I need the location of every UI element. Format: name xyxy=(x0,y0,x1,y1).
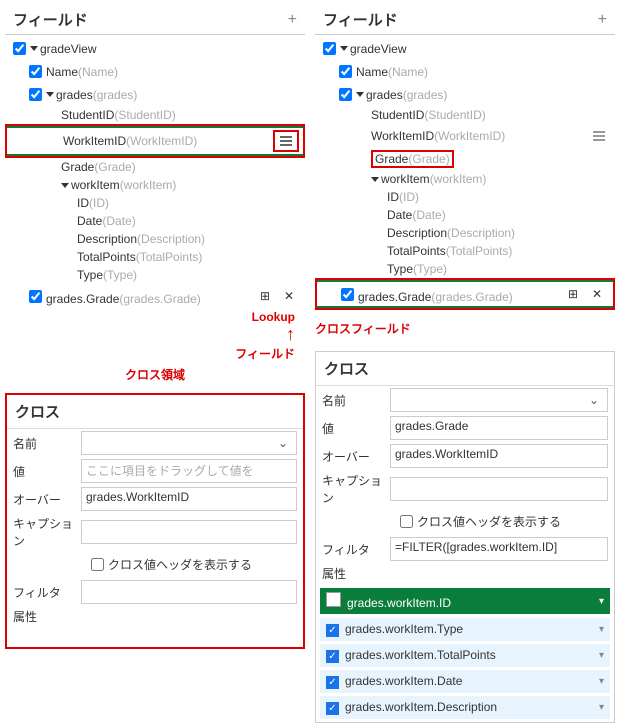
note-crossarea: クロス領域 xyxy=(5,362,305,387)
field-date[interactable]: Date xyxy=(77,214,102,228)
cb-root[interactable] xyxy=(13,42,26,55)
field-workitem-r[interactable]: workItem xyxy=(381,172,430,186)
cb-gradesgrade[interactable] xyxy=(29,290,42,303)
field-type-r[interactable]: Type xyxy=(387,262,413,276)
field-studentid-r[interactable]: StudentID xyxy=(371,108,424,122)
cb-showheader-r[interactable] xyxy=(400,515,413,528)
attr-header[interactable]: grades.workItem.ID▾ xyxy=(320,588,610,614)
field-type[interactable]: Type xyxy=(77,268,103,282)
add-field-icon-r[interactable]: + xyxy=(598,11,607,29)
field-tp[interactable]: TotalPoints xyxy=(77,250,136,264)
attr-item[interactable]: ✓grades.workItem.Type▾ xyxy=(320,618,610,641)
fields-header-r: フィールド xyxy=(323,9,398,30)
field-studentid[interactable]: StudentID xyxy=(61,108,114,122)
close-icon[interactable]: ✕ xyxy=(277,286,301,306)
field-tp-r[interactable]: TotalPoints xyxy=(387,244,446,258)
field-date-r[interactable]: Date xyxy=(387,208,412,222)
attr-item[interactable]: ✓grades.workItem.Date▾ xyxy=(320,670,610,693)
field-name-r[interactable]: Name xyxy=(356,65,388,79)
cross-header: クロス xyxy=(7,395,303,429)
name-select[interactable]: ⌄ xyxy=(81,431,297,455)
field-grade-r[interactable]: Grade xyxy=(375,152,408,166)
root-label: gradeView xyxy=(40,42,96,56)
value-input[interactable]: ここに項目をドラッグして値を xyxy=(81,459,297,483)
field-grades[interactable]: grades xyxy=(56,88,93,102)
field-desc-r[interactable]: Description xyxy=(387,226,447,240)
note-crossfield: クロスフィールド xyxy=(315,312,615,345)
fields-header: フィールド xyxy=(13,9,88,30)
cb-grades[interactable] xyxy=(29,88,42,101)
cb-name-r[interactable] xyxy=(339,65,352,78)
field-gradesgrade-r[interactable]: grades.Grade xyxy=(358,290,431,304)
field-name[interactable]: Name xyxy=(46,65,78,79)
field-id[interactable]: ID xyxy=(77,196,89,210)
value-input-r[interactable]: grades.Grade xyxy=(390,416,608,440)
lookup-icon-r[interactable] xyxy=(587,126,611,146)
cb-gradesgrade-r[interactable] xyxy=(341,288,354,301)
filter-input-r[interactable]: =FILTER([grades.workItem.ID] xyxy=(390,537,608,561)
field-workitem[interactable]: workItem xyxy=(71,178,120,192)
over-input-r[interactable]: grades.WorkItemID xyxy=(390,444,608,468)
field-id-r[interactable]: ID xyxy=(387,190,399,204)
attr-item[interactable]: ✓grades.workItem.Description▾ xyxy=(320,696,610,719)
cb-showheader[interactable] xyxy=(91,558,104,571)
attr-item[interactable]: ✓grades.workItem.TotalPoints▾ xyxy=(320,644,610,667)
field-workitemid-r[interactable]: WorkItemID xyxy=(371,129,434,143)
name-select-r[interactable]: ⌄ xyxy=(390,388,608,412)
cross-header-r: クロス xyxy=(316,352,614,386)
cb-grades-r[interactable] xyxy=(339,88,352,101)
close-icon-r[interactable]: ✕ xyxy=(585,284,609,304)
over-input[interactable]: grades.WorkItemID xyxy=(81,487,297,511)
pivot-icon[interactable]: ⊞ xyxy=(253,286,277,306)
pivot-icon-r[interactable]: ⊞ xyxy=(561,284,585,304)
field-grade[interactable]: Grade xyxy=(61,160,94,174)
field-desc[interactable]: Description xyxy=(77,232,137,246)
caption-input[interactable] xyxy=(81,520,297,544)
cb-root-r[interactable] xyxy=(323,42,336,55)
caption-input-r[interactable] xyxy=(390,477,608,501)
filter-input[interactable] xyxy=(81,580,297,604)
field-gradesgrade[interactable]: grades.Grade xyxy=(46,292,119,306)
field-workitemid[interactable]: WorkItemID xyxy=(63,134,126,148)
field-grades-r[interactable]: grades xyxy=(366,88,403,102)
lookup-icon[interactable] xyxy=(273,130,299,152)
note-lookup: Lookup xyxy=(5,310,295,324)
cb-name[interactable] xyxy=(29,65,42,78)
add-field-icon[interactable]: + xyxy=(288,11,297,29)
note-field: フィールド xyxy=(5,345,295,362)
